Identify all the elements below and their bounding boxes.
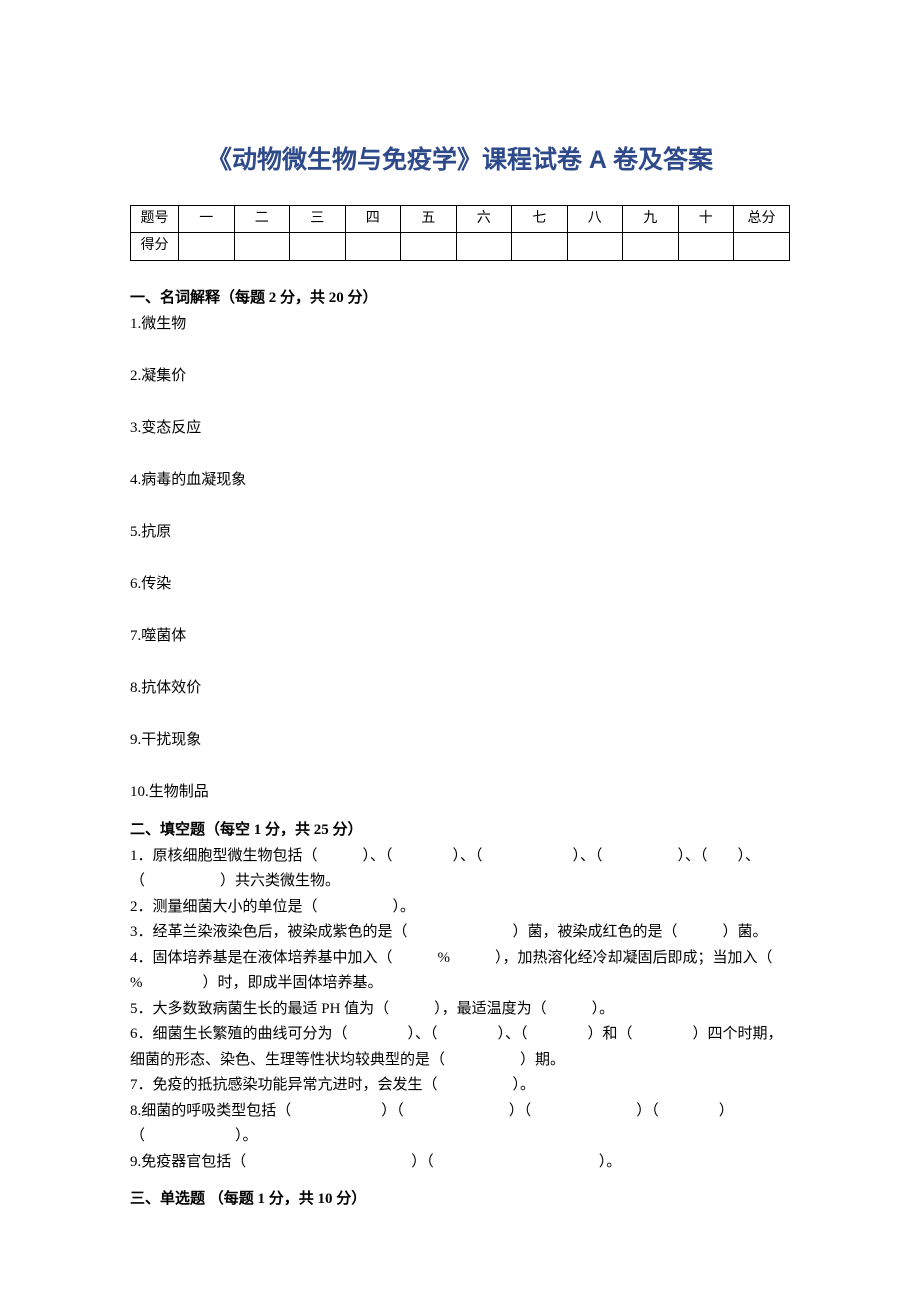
term-item: 8.抗体效价 bbox=[130, 676, 790, 700]
cell bbox=[401, 233, 457, 260]
cell bbox=[290, 233, 346, 260]
term-item: 1.微生物 bbox=[130, 312, 790, 336]
term-item: 2.凝集价 bbox=[130, 364, 790, 388]
cell: 得分 bbox=[131, 233, 179, 260]
section-3-header: 三、单选题 （每题 1 分，共 10 分） bbox=[130, 1187, 790, 1211]
cell: 二 bbox=[234, 206, 290, 233]
fill-item: 9.免疫器官包括（ ）（ ）。 bbox=[130, 1150, 790, 1176]
fill-item: 6．细菌生长繁殖的曲线可分为（ ）、（ ）、（ ）和（ ）四个时期，细菌的形态、… bbox=[130, 1022, 790, 1073]
fill-item: 5．大多数致病菌生长的最适 PH 值为（ ），最适温度为（ ）。 bbox=[130, 997, 790, 1023]
cell: 总分 bbox=[734, 206, 790, 233]
cell: 五 bbox=[401, 206, 457, 233]
fill-item: 1．原核细胞型微生物包括（ ）、（ ）、（ ）、（ ）、（ ）、（ ）共六类微生… bbox=[130, 844, 790, 895]
cell bbox=[179, 233, 235, 260]
term-item: 7.噬菌体 bbox=[130, 624, 790, 648]
cell bbox=[678, 233, 734, 260]
fill-item: 8.细菌的呼吸类型包括（ ）（ ）（ ）（ ）（ ）。 bbox=[130, 1099, 790, 1150]
cell bbox=[734, 233, 790, 260]
term-item: 3.变态反应 bbox=[130, 416, 790, 440]
cell: 一 bbox=[179, 206, 235, 233]
cell bbox=[345, 233, 401, 260]
cell bbox=[567, 233, 623, 260]
fill-item: 4．固体培养基是在液体培养基中加入（ % ），加热溶化经冷却凝固后即成；当加入（… bbox=[130, 946, 790, 997]
cell: 四 bbox=[345, 206, 401, 233]
section-2-header: 二、填空题（每空 1 分，共 25 分） bbox=[130, 818, 790, 842]
cell bbox=[512, 233, 568, 260]
fill-item: 2．测量细菌大小的单位是（ ）。 bbox=[130, 895, 790, 921]
term-item: 6.传染 bbox=[130, 572, 790, 596]
score-table: 题号 一 二 三 四 五 六 七 八 九 十 总分 得分 bbox=[130, 205, 790, 261]
cell bbox=[623, 233, 679, 260]
cell: 三 bbox=[290, 206, 346, 233]
page-title: 《动物微生物与免疫学》课程试卷 A 卷及答案 bbox=[130, 140, 790, 180]
cell: 十 bbox=[678, 206, 734, 233]
cell: 七 bbox=[512, 206, 568, 233]
cell: 九 bbox=[623, 206, 679, 233]
cell: 六 bbox=[456, 206, 512, 233]
fill-item: 3．经革兰染液染色后，被染成紫色的是（ ）菌，被染成红色的是（ ）菌。 bbox=[130, 920, 790, 946]
table-row: 题号 一 二 三 四 五 六 七 八 九 十 总分 bbox=[131, 206, 790, 233]
cell bbox=[456, 233, 512, 260]
term-item: 10.生物制品 bbox=[130, 780, 790, 804]
cell: 题号 bbox=[131, 206, 179, 233]
term-item: 4.病毒的血凝现象 bbox=[130, 468, 790, 492]
section-1-header: 一、名词解释（每题 2 分，共 20 分） bbox=[130, 286, 790, 310]
cell: 八 bbox=[567, 206, 623, 233]
fill-item: 7．免疫的抵抗感染功能异常亢进时，会发生（ ）。 bbox=[130, 1073, 790, 1099]
table-row: 得分 bbox=[131, 233, 790, 260]
cell bbox=[234, 233, 290, 260]
term-item: 9.干扰现象 bbox=[130, 728, 790, 752]
term-item: 5.抗原 bbox=[130, 520, 790, 544]
